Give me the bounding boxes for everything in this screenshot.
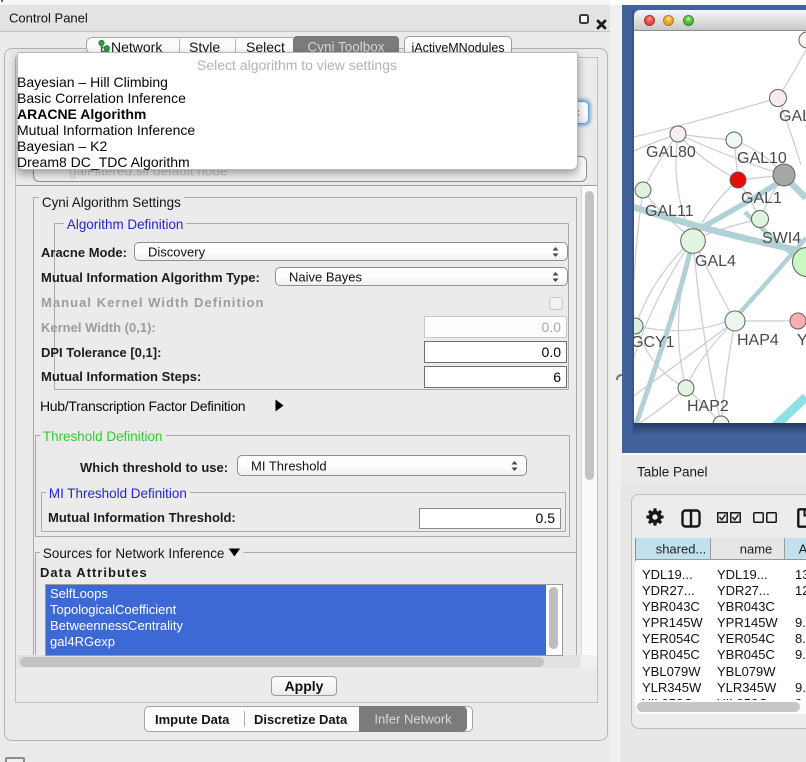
svg-text:GAL4: GAL4 bbox=[695, 253, 736, 270]
svg-text:GAL11: GAL11 bbox=[645, 203, 694, 220]
svg-text:GAL10: GAL10 bbox=[737, 150, 787, 167]
svg-text:Y: Y bbox=[797, 332, 806, 349]
svg-text:HAP4: HAP4 bbox=[737, 332, 779, 349]
svg-text:SWI4: SWI4 bbox=[762, 230, 801, 247]
svg-text:GAL1: GAL1 bbox=[741, 190, 782, 207]
svg-text:GAL80: GAL80 bbox=[646, 144, 696, 161]
svg-text:GAL: GAL bbox=[779, 108, 806, 125]
svg-text:HAP2: HAP2 bbox=[687, 398, 729, 415]
svg-text:GCY1: GCY1 bbox=[634, 334, 675, 351]
